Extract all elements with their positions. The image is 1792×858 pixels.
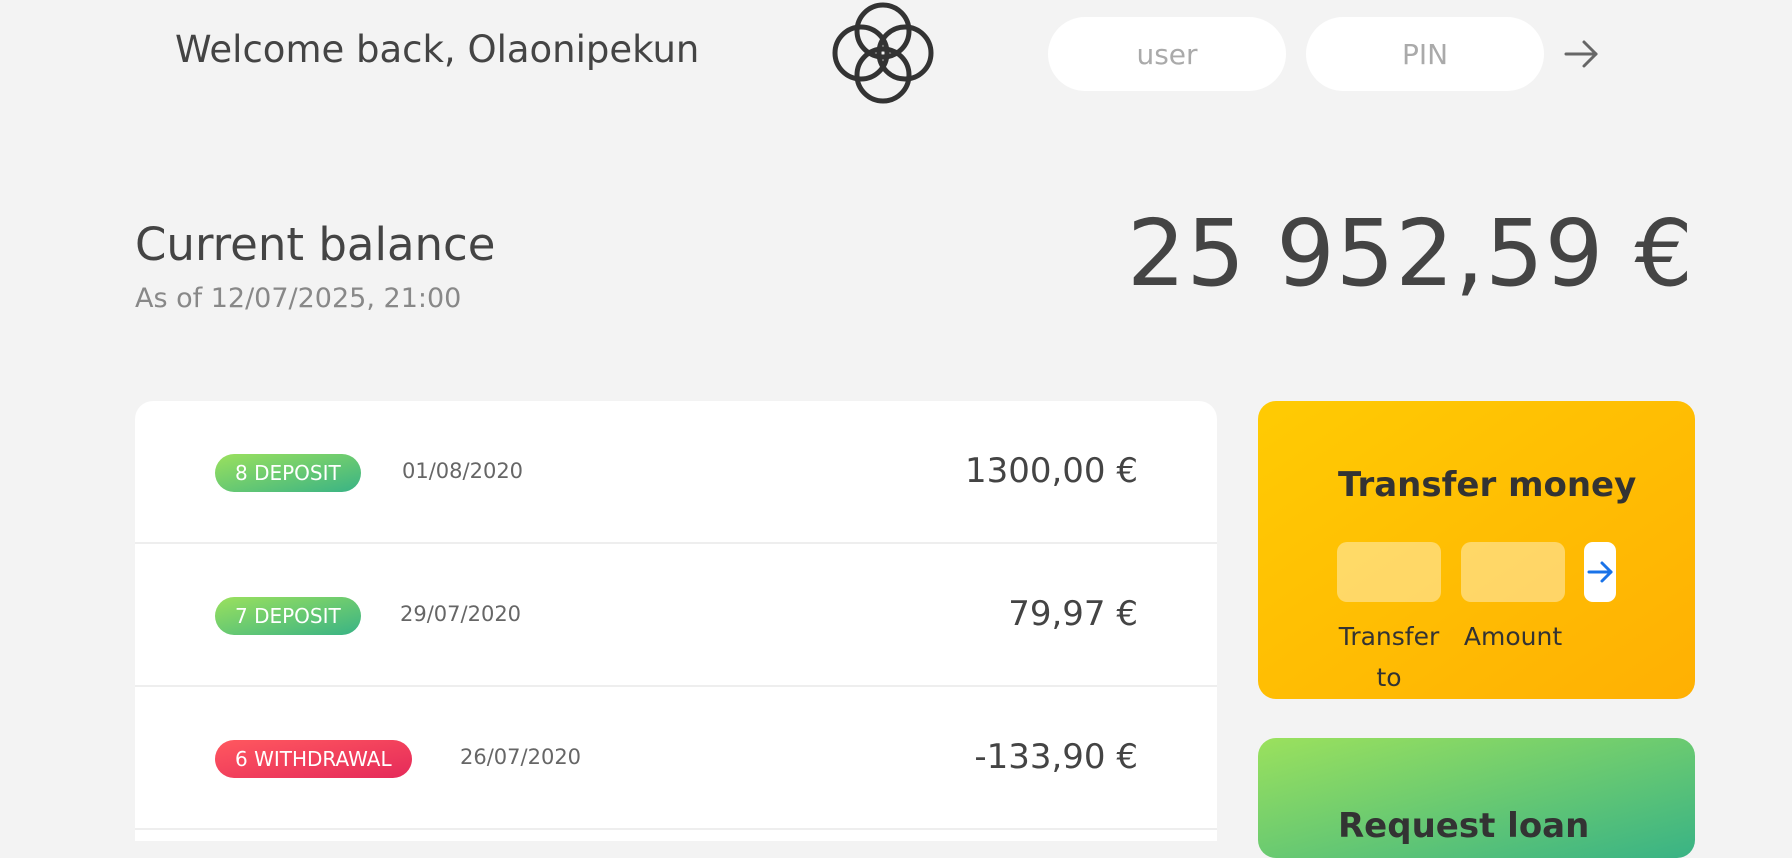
loan-panel: Request loan [1258, 738, 1695, 858]
transfer-title: Transfer money [1338, 465, 1637, 505]
movement-value: 1300,00 € [964, 451, 1138, 491]
arrow-right-icon [1564, 40, 1598, 68]
movement-type-badge: 7 DEPOSIT [215, 597, 361, 635]
movement-row: 7 DEPOSIT 29/07/2020 79,97 € [135, 544, 1217, 687]
loan-title: Request loan [1338, 806, 1590, 846]
movement-row: 6 WITHDRAWAL 26/07/2020 -133,90 € [135, 687, 1217, 830]
balance-value: 25 952,59 € [1127, 200, 1694, 307]
movement-date: 29/07/2020 [400, 602, 522, 626]
movement-row: 8 DEPOSIT 01/08/2020 1300,00 € [135, 401, 1217, 544]
transfer-amount-label: Amount [1463, 622, 1563, 651]
four-rings-logo-icon [832, 2, 934, 104]
balance-date: As of 12/07/2025, 21:00 [135, 283, 462, 314]
movement-value: -133,90 € [974, 737, 1138, 777]
movement-type-badge: 6 WITHDRAWAL [215, 740, 412, 778]
movement-value: 79,97 € [1008, 594, 1138, 634]
transfer-submit-button[interactable] [1584, 542, 1616, 602]
movement-date: 26/07/2020 [460, 745, 582, 769]
transfer-to-input[interactable] [1337, 542, 1441, 602]
arrow-right-icon [1587, 561, 1613, 583]
transfer-to-label: Transfer to [1338, 622, 1440, 692]
movement-type-badge: 8 DEPOSIT [215, 454, 361, 492]
login-button[interactable] [1560, 34, 1604, 74]
movement-date: 01/08/2020 [402, 459, 524, 483]
balance-label: Current balance [135, 218, 496, 271]
movements-list[interactable]: 8 DEPOSIT 01/08/2020 1300,00 € 7 DEPOSIT… [135, 401, 1217, 841]
welcome-message: Welcome back, Olaonipekun [175, 28, 700, 71]
transfer-panel: Transfer money Transfer to Amount [1258, 401, 1695, 699]
login-pin-input[interactable] [1306, 17, 1544, 91]
transfer-amount-input[interactable] [1461, 542, 1565, 602]
login-user-input[interactable] [1048, 17, 1286, 91]
